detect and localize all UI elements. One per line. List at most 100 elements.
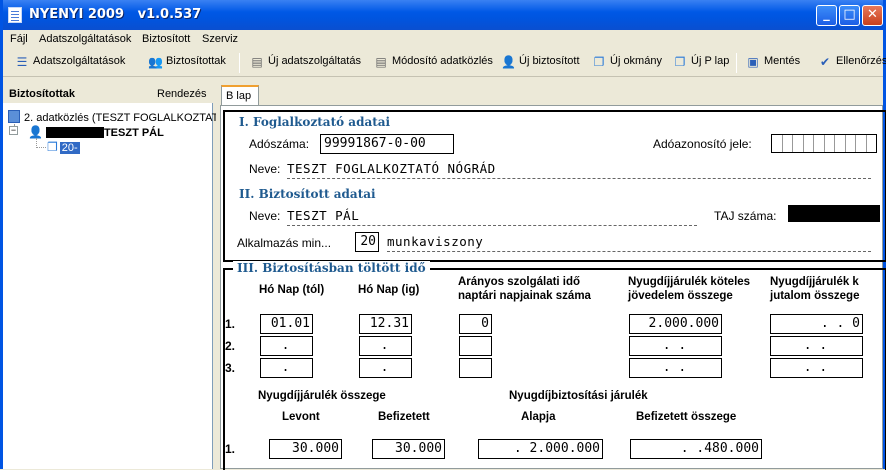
panel-header: Biztosítottak Rendezés bbox=[3, 78, 213, 103]
toolbar-separator bbox=[736, 53, 737, 73]
toolbar-new-adatszolgaltatas-button[interactable]: ▤ Új adatszolgáltatás bbox=[250, 55, 361, 71]
person-icon: 👤 bbox=[28, 125, 43, 139]
close-button[interactable]: ✕ bbox=[862, 5, 883, 26]
toolbar-modosito-button[interactable]: ▤ Módosító adatközlés bbox=[374, 55, 493, 71]
insured-name-label: Neve: bbox=[249, 209, 281, 223]
row2-jutalom-field[interactable]: . . bbox=[770, 336, 863, 356]
header-from: Hó Nap (tól) bbox=[259, 284, 325, 296]
form-panel: B lap I. Foglalkoztató adatai Adószáma: … bbox=[216, 78, 886, 470]
header-jutalom-2: jutalom összege bbox=[770, 290, 860, 302]
menu-fajl[interactable]: Fájl bbox=[10, 33, 28, 45]
row3-jutalom-field[interactable]: . . bbox=[770, 358, 863, 378]
header-aranyos: Arányos szolgálati idő bbox=[458, 276, 581, 288]
menu-szerviz[interactable]: Szerviz bbox=[202, 33, 238, 45]
users-icon: 👥 bbox=[148, 55, 163, 69]
toolbar-new-p-lap-button[interactable]: ❐ Új P lap bbox=[673, 55, 730, 71]
employer-name-value: TESZT FOGLALKOZTATÓ NÓGRÁD bbox=[287, 161, 496, 176]
block-employer-insured: I. Foglalkoztató adatai Adószáma: 999918… bbox=[223, 110, 886, 262]
header-to: Hó Nap (ig) bbox=[358, 284, 420, 296]
save-icon: ▣ bbox=[747, 55, 759, 69]
new-page-icon: ❐ bbox=[593, 55, 605, 69]
alapja-field[interactable]: . 2.000.000 bbox=[478, 439, 603, 459]
section-ido-title: III. Biztosításban töltött idő bbox=[233, 261, 430, 275]
tab-b-lap[interactable]: B lap bbox=[221, 85, 259, 105]
alkalmazas-code-field[interactable]: 20 bbox=[355, 232, 379, 252]
app-window: NYENYI 2009 v1.0.537 _ □ ✕ Fájl Adatszol… bbox=[0, 0, 886, 470]
header-levont: Levont bbox=[282, 411, 320, 423]
row2-to-field[interactable]: . bbox=[359, 336, 412, 356]
row1-jutalom-field[interactable]: . . 0 bbox=[770, 314, 863, 334]
menu-bar: Fájl Adatszolgáltatások Biztosított Szer… bbox=[3, 30, 883, 49]
insured-name-value: TESZT PÁL bbox=[287, 208, 360, 223]
adoszam-label: Adószáma: bbox=[249, 137, 310, 151]
taj-field-redacted[interactable] bbox=[788, 205, 880, 222]
document-icon bbox=[8, 110, 20, 123]
header-befizetett-osszege: Befizetett összege bbox=[636, 411, 737, 423]
header-kotel: Nyugdíjjárulék köteles bbox=[628, 276, 751, 288]
block-biztositas-ido: III. Biztosításban töltött idő Hó Nap (t… bbox=[223, 261, 886, 470]
menu-biztositott[interactable]: Biztosított bbox=[142, 33, 190, 45]
sort-button[interactable]: Rendezés bbox=[157, 88, 207, 100]
row-number: 3. bbox=[225, 361, 236, 375]
new-user-icon: 👤 bbox=[501, 55, 516, 69]
row3-to-field[interactable]: . bbox=[359, 358, 412, 378]
dash-line bbox=[287, 225, 697, 226]
maximize-button[interactable]: □ bbox=[839, 5, 860, 26]
panel-title: Biztosítottak bbox=[9, 88, 75, 100]
toolbar-new-okmany-button[interactable]: ❐ Új okmány bbox=[592, 55, 662, 71]
edit-doc-icon: ▤ bbox=[375, 55, 387, 69]
section-foglalkoztato-title: I. Foglalkoztató adatai bbox=[239, 115, 391, 129]
alkalmazas-label: Alkalmazás min... bbox=[237, 236, 332, 250]
row2-income-field[interactable]: . . bbox=[629, 336, 722, 356]
row2-from-field[interactable]: . bbox=[260, 336, 313, 356]
biztositottak-panel: Biztosítottak Rendezés 2. adatközlés (TE… bbox=[3, 78, 227, 469]
tree-root-item[interactable]: 2. adatközlés (TESZT FOGLALKOZTATÓ bbox=[8, 110, 227, 124]
page-icon: ❐ bbox=[47, 140, 58, 154]
redacted-name bbox=[45, 127, 104, 138]
toolbar-save-button[interactable]: ▣ Mentés bbox=[746, 55, 800, 71]
list-icon: ☰ bbox=[16, 55, 28, 69]
row-number: 1. bbox=[225, 317, 236, 331]
window-title: NYENYI 2009 v1.0.537 bbox=[29, 7, 202, 22]
new-doc-icon: ▤ bbox=[251, 55, 263, 69]
row1-income-field[interactable]: 2.000.000 bbox=[629, 314, 722, 334]
alkalmazas-text: munkaviszony bbox=[387, 234, 484, 249]
row3-from-field[interactable]: . bbox=[260, 358, 313, 378]
header-kotel-2: jövedelem összege bbox=[628, 290, 733, 302]
row3-days-field[interactable] bbox=[459, 358, 492, 378]
befizetett-osszege-field[interactable]: . .480.000 bbox=[630, 439, 762, 459]
toolbar-new-biztositott-button[interactable]: 👤 Új biztosított bbox=[501, 55, 580, 71]
adoszam-field[interactable]: 99991867-0-00 bbox=[320, 134, 454, 154]
row1-days-field[interactable]: 0 bbox=[459, 314, 492, 334]
app-icon bbox=[8, 7, 22, 23]
row2-days-field[interactable] bbox=[459, 336, 492, 356]
menu-adatszolgaltatasok[interactable]: Adatszolgáltatások bbox=[39, 33, 131, 45]
check-icon: ✔ bbox=[819, 55, 831, 69]
header-alapja: Alapja bbox=[521, 411, 556, 423]
row1-to-field[interactable]: 12.31 bbox=[359, 314, 412, 334]
dash-line bbox=[387, 251, 871, 252]
toolbar-biztositottak-button[interactable]: 👥 Biztosítottak bbox=[148, 55, 226, 71]
toolbar: ☰ Adatszolgáltatások 👥 Biztosítottak ▤ Új a… bbox=[3, 49, 886, 77]
header-nyugdijjarulek: Nyugdíjjárulék összege bbox=[258, 390, 386, 402]
title-bar[interactable]: NYENYI 2009 v1.0.537 _ □ ✕ bbox=[3, 0, 883, 30]
toolbar-separator bbox=[239, 53, 240, 73]
header-aranyos-2: naptári napjainak száma bbox=[458, 290, 591, 302]
new-page-icon: ❐ bbox=[674, 55, 686, 69]
levont-field[interactable]: 30.000 bbox=[269, 439, 342, 459]
row1-from-field[interactable]: 01.01 bbox=[260, 314, 313, 334]
header-befizetett: Befizetett bbox=[378, 411, 430, 423]
form-area: I. Foglalkoztató adatai Adószáma: 999918… bbox=[220, 105, 886, 470]
tree-person-item[interactable]: 👤 TESZT PÁL bbox=[28, 125, 164, 139]
befizetett-field[interactable]: 30.000 bbox=[372, 439, 445, 459]
row3-income-field[interactable]: . . bbox=[629, 358, 722, 378]
adoazonosito-field[interactable] bbox=[771, 134, 877, 153]
toolbar-check-button[interactable]: ✔ Ellenőrzés bbox=[818, 55, 886, 71]
adoazonosito-label: Adóazonosító jele: bbox=[653, 137, 752, 151]
collapse-toggle[interactable]: − bbox=[9, 126, 18, 135]
tree-document-item[interactable]: ❐ 20- bbox=[47, 140, 80, 154]
row-number: 2. bbox=[225, 339, 236, 353]
toolbar-adatszolgaltatasok-button[interactable]: ☰ Adatszolgáltatások bbox=[15, 55, 126, 71]
minimize-button[interactable]: _ bbox=[816, 5, 837, 26]
tree-line bbox=[36, 147, 46, 148]
